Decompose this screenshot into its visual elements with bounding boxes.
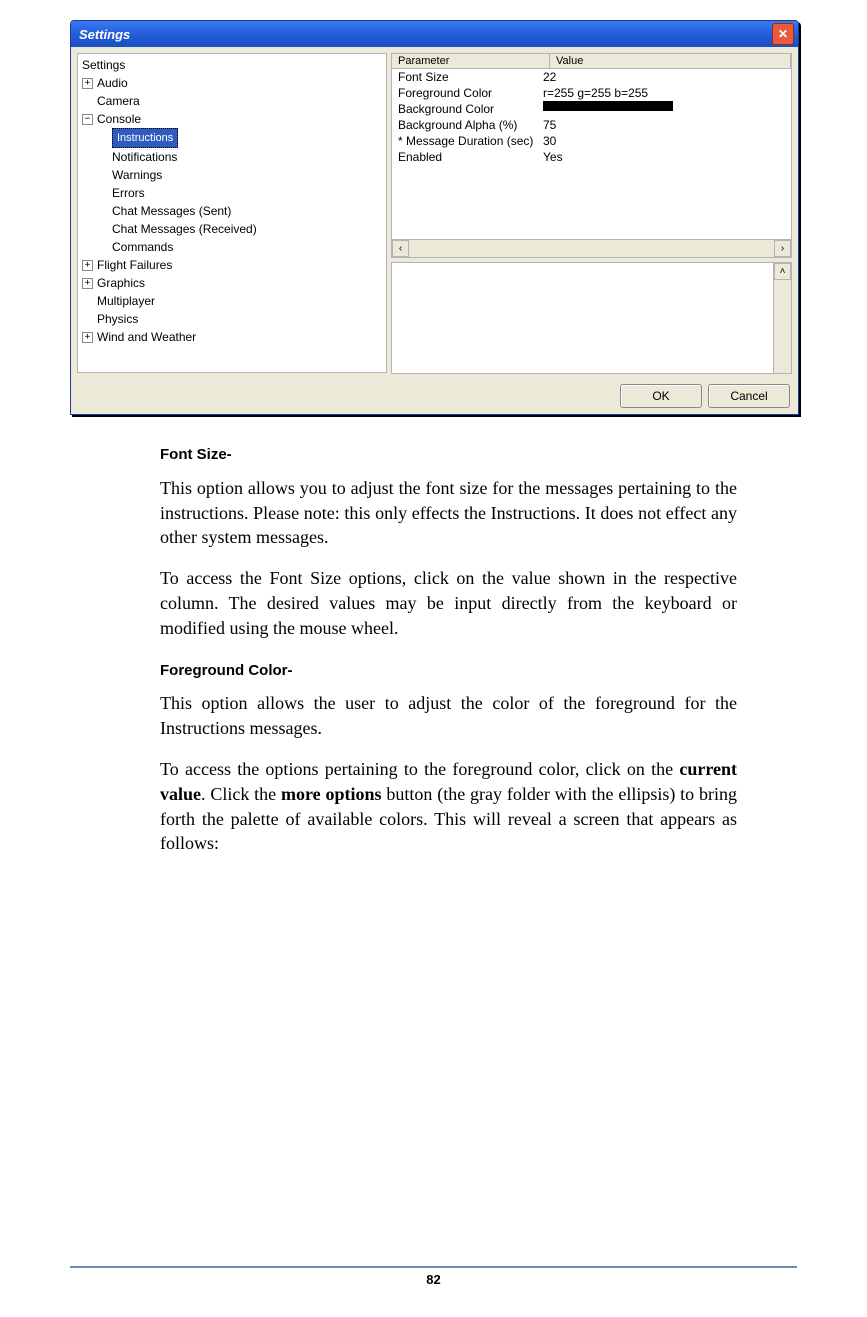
tree-item-instructions[interactable]: Instructions [82, 128, 382, 148]
tree-label: Flight Failures [97, 256, 172, 274]
tree-root-label: Settings [82, 56, 125, 74]
page-footer: 82 [70, 1266, 797, 1287]
tree-item-console[interactable]: − Console [82, 110, 382, 128]
cell-param: Foreground Color [398, 85, 543, 101]
ok-button[interactable]: OK [620, 384, 702, 408]
tree-item-graphics[interactable]: + Graphics [82, 274, 382, 292]
cell-param: * Message Duration (sec) [398, 133, 543, 149]
scroll-up-icon[interactable]: ˄ [774, 263, 791, 280]
tree-item-physics[interactable]: Physics [82, 310, 382, 328]
tree-label: Camera [97, 92, 140, 110]
table-row[interactable]: Font Size 22 [392, 69, 791, 85]
tree-item-warnings[interactable]: Warnings [82, 166, 382, 184]
tree-item-chat-sent[interactable]: Chat Messages (Sent) [82, 202, 382, 220]
tree-label: Graphics [97, 274, 145, 292]
paragraph: To access the Font Size options, click o… [160, 566, 737, 640]
vertical-scrollbar[interactable]: ˄ [773, 263, 791, 373]
tree-root[interactable]: Settings [82, 56, 382, 74]
tree-label: Console [97, 110, 141, 128]
paragraph: To access the options pertaining to the … [160, 757, 737, 856]
tree-item-audio[interactable]: + Audio [82, 74, 382, 92]
tree-item-commands[interactable]: Commands [82, 238, 382, 256]
tree-label-selected: Instructions [112, 128, 178, 148]
tree-label: Audio [97, 74, 128, 92]
table-row[interactable]: Enabled Yes [392, 149, 791, 165]
heading-foreground-color: Foreground Color- [160, 661, 737, 682]
cell-param: Enabled [398, 149, 543, 165]
tree-label: Notifications [112, 148, 177, 166]
settings-window: Settings ✕ Settings + Audio [70, 20, 799, 415]
tree-item-camera[interactable]: Camera [82, 92, 382, 110]
document-body: Font Size- This option allows you to adj… [160, 445, 737, 856]
collapse-icon[interactable]: − [82, 114, 93, 125]
parameter-table-pane: Parameter Value Font Size 22 Foreground … [391, 53, 792, 258]
cell-param: Font Size [398, 69, 543, 85]
expand-icon[interactable]: + [82, 260, 93, 271]
table-header: Parameter Value [392, 54, 791, 69]
window-title: Settings [79, 27, 130, 42]
expand-icon[interactable]: + [82, 332, 93, 343]
page-number: 82 [70, 1272, 797, 1287]
tree-item-wind-weather[interactable]: + Wind and Weather [82, 328, 382, 346]
client-area: Settings + Audio Camera − Console [71, 47, 798, 414]
table-row[interactable]: Background Alpha (%) 75 [392, 117, 791, 133]
bold-text: more options [281, 784, 382, 804]
tree-label: Warnings [112, 166, 162, 184]
cell-value[interactable]: Yes [543, 149, 785, 165]
scroll-left-icon[interactable]: ‹ [392, 240, 409, 257]
tree-label: Multiplayer [97, 292, 155, 310]
button-bar: OK Cancel [77, 378, 792, 408]
cell-value[interactable]: 22 [543, 69, 785, 85]
cancel-button[interactable]: Cancel [708, 384, 790, 408]
footer-rule [70, 1266, 797, 1268]
cell-param: Background Color [398, 101, 543, 117]
tree-label: Errors [112, 184, 145, 202]
tree-label: Commands [112, 238, 173, 256]
tree-pane[interactable]: Settings + Audio Camera − Console [77, 53, 387, 373]
table-row[interactable]: Background Color [392, 101, 791, 117]
cell-param: Background Alpha (%) [398, 117, 543, 133]
tree-item-chat-received[interactable]: Chat Messages (Received) [82, 220, 382, 238]
close-icon: ✕ [778, 27, 788, 41]
expand-icon[interactable]: + [82, 278, 93, 289]
tree-item-flight-failures[interactable]: + Flight Failures [82, 256, 382, 274]
cell-value[interactable] [543, 101, 785, 117]
horizontal-scrollbar[interactable]: ‹ › [392, 239, 791, 257]
heading-font-size: Font Size- [160, 445, 737, 466]
cell-value[interactable]: 30 [543, 133, 785, 149]
description-pane: ˄ [391, 262, 792, 374]
table-row[interactable]: * Message Duration (sec) 30 [392, 133, 791, 149]
titlebar[interactable]: Settings ✕ [71, 21, 798, 47]
tree-item-notifications[interactable]: Notifications [82, 148, 382, 166]
close-button[interactable]: ✕ [772, 23, 794, 45]
scroll-right-icon[interactable]: › [774, 240, 791, 257]
table-row[interactable]: Foreground Color r=255 g=255 b=255 [392, 85, 791, 101]
paragraph: This option allows the user to adjust th… [160, 691, 737, 741]
header-value[interactable]: Value [550, 54, 791, 68]
tree-item-multiplayer[interactable]: Multiplayer [82, 292, 382, 310]
paragraph: This option allows you to adjust the fon… [160, 476, 737, 550]
tree-label: Wind and Weather [97, 328, 196, 346]
tree-label: Chat Messages (Received) [112, 220, 257, 238]
tree-label: Chat Messages (Sent) [112, 202, 231, 220]
cell-value[interactable]: 75 [543, 117, 785, 133]
color-swatch-black[interactable] [543, 101, 673, 111]
expand-icon[interactable]: + [82, 78, 93, 89]
header-parameter[interactable]: Parameter [392, 54, 550, 68]
tree-label: Physics [97, 310, 138, 328]
tree-item-errors[interactable]: Errors [82, 184, 382, 202]
cell-value[interactable]: r=255 g=255 b=255 [543, 85, 785, 101]
